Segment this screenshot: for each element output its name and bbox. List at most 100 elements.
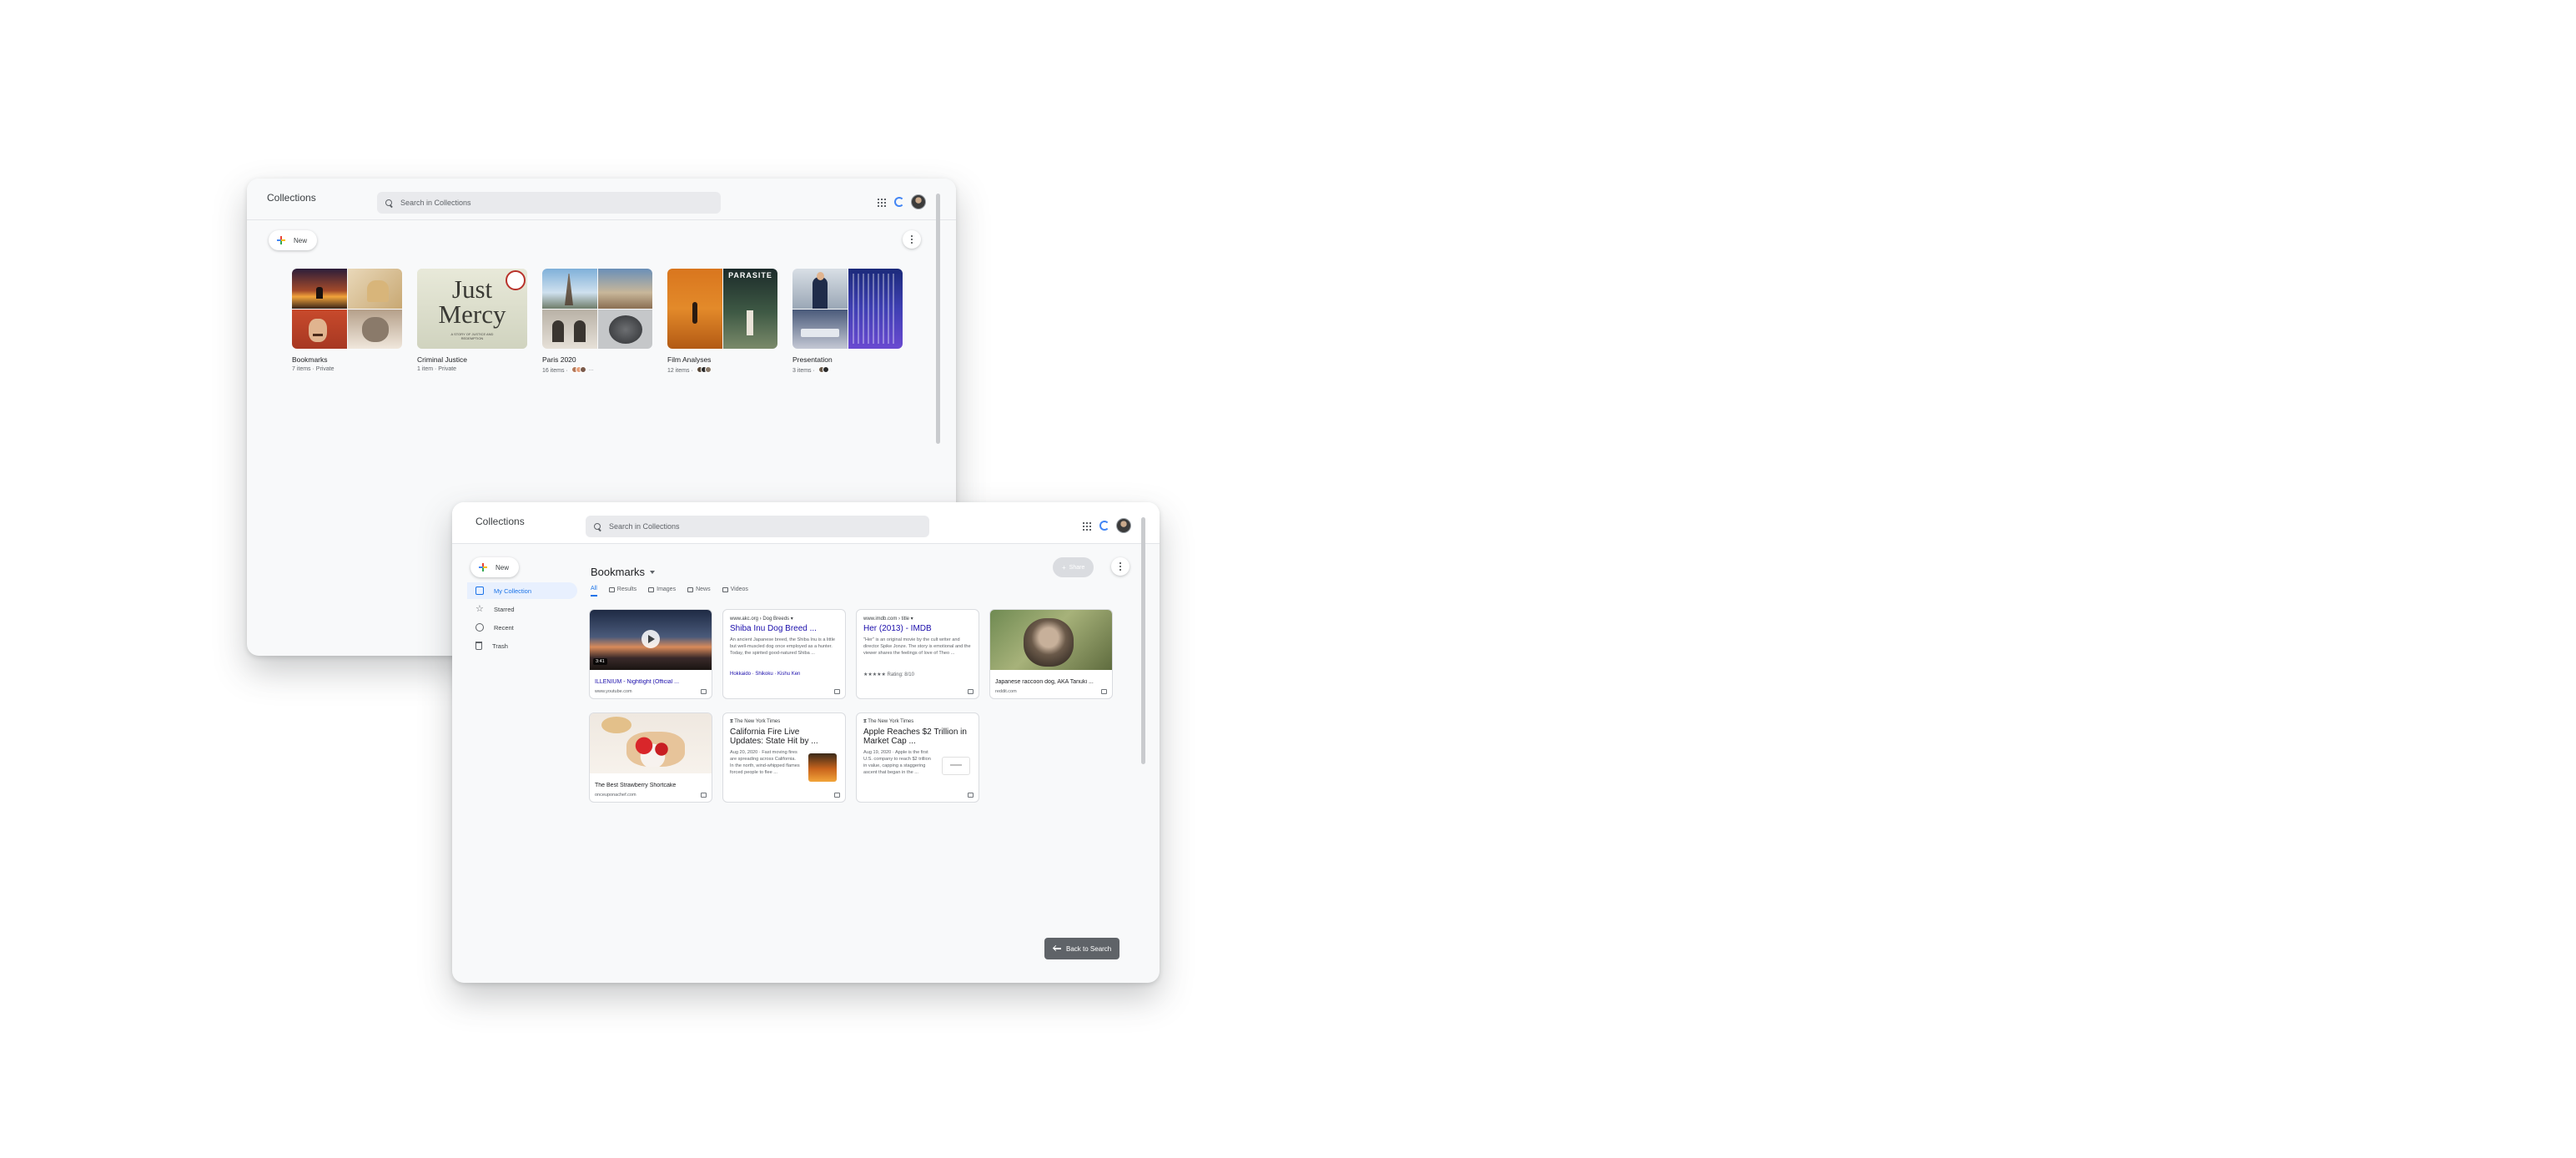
news-thumbnail [942,757,970,775]
collection-thumbnail [292,269,402,349]
card-title: Her (2013) - IMDB [863,624,932,633]
result-card-raccoon[interactable]: Japanese raccoon dog, AKA Tanuki ... red… [989,609,1113,699]
card-source: reddit.com [995,689,1017,694]
apps-grid-icon[interactable] [878,199,886,207]
search-box[interactable] [586,516,929,537]
arrow-left-icon [1053,945,1061,952]
result-card-imdb[interactable]: www.imdb.com › title ▾ Her (2013) - IMDB… [856,609,979,699]
sidebar-item-starred[interactable]: ☆ Starred [467,601,577,617]
my-collection-icon [475,587,484,595]
collection-card-presentation[interactable]: Presentation 3 items · [792,269,903,375]
bookmark-icon[interactable] [968,793,974,798]
collection-meta: 12 items · [667,366,777,375]
sidebar-item-label: Starred [494,605,515,613]
card-title: The Best Strawberry Shortcake [595,783,677,788]
bookmark-icon[interactable] [1101,689,1107,694]
nyt-logo-icon: 𝕿 [730,719,733,724]
collection-heading[interactable]: Bookmarks [591,566,656,578]
collection-thumbnail [542,269,652,349]
scrollbar[interactable] [936,194,940,444]
new-button[interactable]: New [470,557,520,577]
search-box[interactable] [377,192,721,214]
sidebar-item-label: My Collection [494,587,532,595]
bookmark-icon[interactable] [701,689,707,694]
image-icon [648,587,655,592]
sync-icon[interactable] [894,197,904,207]
share-button[interactable]: + Share [1053,557,1094,577]
card-sitelinks[interactable]: Hokkaido · Shikoku · Kishu Ken [730,672,838,677]
collection-meta: 1 item · Private [417,366,457,372]
shared-avatars [571,366,586,375]
sidebar-item-label: Recent [494,623,514,632]
top-bar: Collections [247,179,956,220]
sidebar-item-my-collection[interactable]: My Collection [467,582,577,599]
plus-icon [479,563,487,571]
tab-all[interactable]: All [591,586,597,597]
search-input[interactable] [609,522,859,531]
sidebar-item-recent[interactable]: Recent [467,619,577,636]
tab-images[interactable]: Images [648,586,676,597]
poster-title: PARASITE [728,271,772,279]
book-title: Just Mercy [438,274,506,329]
result-card-apple-news[interactable]: 𝕿 The New York Times Apple Reaches $2 Tr… [856,712,979,803]
card-title: California Fire Live Updates: State Hit … [730,728,818,746]
collection-name: Film Analyses [667,355,712,364]
bookmark-icon[interactable] [834,689,840,694]
collection-card-bookmarks[interactable]: Bookmarks 7 items · Private [292,269,402,372]
search-input[interactable] [400,199,651,207]
collection-meta: 3 items · [792,366,903,375]
collection-card-criminal-justice[interactable]: Just Mercy A STORY OF JUSTICE AND REDEMPT… [417,269,527,372]
search-icon [385,199,393,207]
nyt-logo-icon: 𝕿 [863,719,867,724]
card-snippet: Aug 19, 2020 · Apple is the first U.S. c… [863,750,931,775]
video-icon [722,587,728,592]
card-snippet: An ancient Japanese breed, the Shiba Inu… [730,637,835,656]
avatar[interactable] [1116,518,1131,533]
new-button-label: New [496,563,510,571]
card-source: www.akc.org › Dog Breeds ▾ [730,617,793,622]
more-options-icon[interactable] [1111,557,1130,576]
star-icon: ☆ [475,604,484,614]
play-icon[interactable] [641,630,660,648]
sync-icon[interactable] [1099,521,1109,531]
tab-results[interactable]: Results [608,586,636,597]
avatar[interactable] [911,194,926,209]
bookmark-icon[interactable] [968,689,974,694]
scrollbar[interactable] [1141,517,1145,764]
result-card-video[interactable]: 3:41 ILLENIUM - Nightlight (Official ...… [589,609,712,699]
share-icon: + [1062,563,1066,571]
card-source: www.imdb.com › title ▾ [863,617,913,622]
top-bar: Collections [452,502,1160,544]
apps-grid-icon[interactable] [1083,522,1091,531]
collection-card-film-analyses[interactable]: PARASITE Film Analyses 12 items · [667,269,777,375]
sidebar-item-trash[interactable]: Trash [467,637,577,654]
shared-avatars [818,366,829,375]
more-avatars-icon: ··· [588,368,594,373]
collection-thumbnail: Just Mercy A STORY OF JUSTICE AND REDEMPT… [417,269,527,349]
filter-tabs: All Results Images News Videos [591,586,748,597]
new-button[interactable]: New [269,230,318,250]
card-title: Apple Reaches $2 Trillion in Market Cap … [863,728,967,746]
tab-videos[interactable]: Videos [722,586,748,597]
raccoon-dog-image [1024,618,1074,667]
trash-icon [475,642,482,650]
dropdown-arrow-icon [650,570,656,574]
more-options-icon[interactable] [903,230,921,249]
collection-card-paris-2020[interactable]: Paris 2020 16 items · ··· [542,269,652,375]
bookmark-icon[interactable] [701,793,707,798]
news-icon [687,587,694,592]
plus-icon [277,236,285,244]
card-source: onceuponachef.com [595,793,636,798]
tab-news[interactable]: News [687,586,711,597]
result-card-fire-news[interactable]: 𝕿 The New York Times California Fire Liv… [722,712,846,803]
cake-image [601,717,631,733]
new-button-label: New [294,236,308,244]
result-card-shortcake[interactable]: The Best Strawberry Shortcake onceuponac… [589,712,712,803]
card-source: www.youtube.com [595,689,632,694]
bookmark-icon[interactable] [834,793,840,798]
result-card-shiba[interactable]: www.akc.org › Dog Breeds ▾ Shiba Inu Dog… [722,609,846,699]
collection-name: Bookmarks [292,355,328,364]
shared-avatars [696,366,712,375]
collection-name: Presentation [792,355,833,364]
back-to-search-button[interactable]: Back to Search [1044,938,1120,959]
